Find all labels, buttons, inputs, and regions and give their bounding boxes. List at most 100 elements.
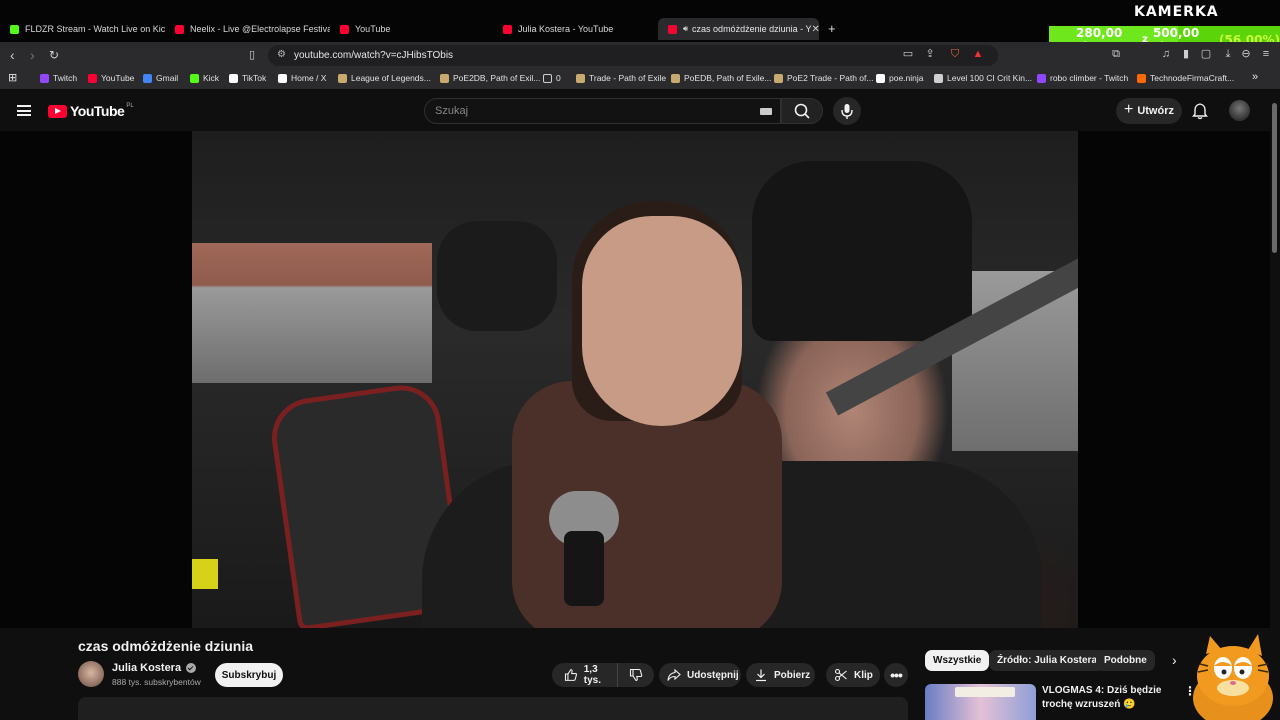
tab-kick-fldzr[interactable]: FLDZR Stream - Watch Live on Kick [0,18,165,40]
like-button[interactable]: 1,3 tys. [552,663,618,687]
bookmark-icon[interactable]: ▯ [249,48,255,61]
sidebar-icon[interactable]: ▮ [1180,48,1192,60]
youtube-icon [175,24,184,34]
bookmark-tiktok[interactable]: TikTok [229,73,266,83]
share-page-icon[interactable]: ⇪ [924,48,936,60]
video-frame-window-left [192,243,432,383]
scrollbar-thumb[interactable] [1272,103,1277,253]
poedb-icon [440,73,449,83]
menu-icon[interactable]: ≡ [1260,48,1272,60]
bookmarks-more-icon[interactable]: » [1252,71,1258,83]
plus-icon: + [1123,101,1134,118]
video-frame-microphone [564,531,604,606]
close-tab-icon[interactable]: ✕ [811,24,819,35]
tab-neelix[interactable]: Neelix - Live @Electrolapse Festival 2 [165,18,330,40]
page-icon [934,73,943,83]
channel-name[interactable]: Julia Kostera [112,662,197,674]
bookmark-poedb[interactable]: PoEDB, Path of Exile... [671,73,771,83]
search-box [424,98,781,124]
bookmark-league[interactable]: League of Legends... [338,73,431,83]
clip-button[interactable]: Klip [826,663,880,687]
clip-label: Klip [854,669,873,681]
keyboard-icon[interactable] [760,108,772,115]
chip-all[interactable]: Wszystkie [925,650,990,671]
tab-youtube[interactable]: YouTube [330,18,495,40]
video-title: czas odmóżdżenie dziunia [78,638,254,654]
tab-title: FLDZR Stream - Watch Live on Kick [25,24,165,34]
video-frame-seat [752,161,972,341]
bookmark-trade-poe[interactable]: Trade - Path of Exile [576,73,666,83]
bookmark-label: Kick [203,73,220,83]
forward-icon[interactable]: › [30,47,35,63]
subscribe-button[interactable]: Subskrybuj [215,663,283,687]
twitch-icon [40,73,49,83]
address-bar-row: ‹ › ↻ ▯ ⚙︎ youtube.com/watch?v=cJHibsTOb… [0,42,1280,69]
tab-current-video[interactable]: 🔊︎ czas odmóżdżenie dziunia - Y ✕ [658,18,819,40]
google-icon [143,73,152,83]
new-tab-button[interactable]: + [828,21,836,36]
tab-julia-kostera[interactable]: Julia Kostera - YouTube [493,18,658,40]
description-box[interactable] [78,697,908,720]
bookmark-folder-0[interactable]: 0 [543,73,561,83]
bookmark-label: PoE2 Trade - Path of... [787,73,874,83]
page-scrollbar[interactable] [1270,89,1280,720]
back-icon[interactable]: ‹ [10,47,15,63]
bookmark-label: Twitch [53,73,78,83]
country-code: PL [126,103,134,109]
bookmark-label: robo climber - Twitch [1050,73,1129,83]
bookmark-x[interactable]: Home / X [278,73,326,83]
video-player[interactable] [192,131,1078,628]
bookmark-youtube[interactable]: YouTube [88,73,134,83]
video-frame-yellow-object [192,559,218,589]
search-button[interactable] [781,98,823,124]
search-input[interactable] [425,99,745,123]
speaker-icon: 🔊︎ [683,24,689,33]
apps-icon[interactable]: ⊞ [8,71,17,84]
channel-avatar[interactable] [78,661,104,687]
reload-icon[interactable]: ↻ [49,48,59,62]
recommended-thumbnail[interactable] [925,684,1036,720]
poe-icon [576,73,585,83]
bookmark-twitch[interactable]: Twitch [40,73,77,83]
bookmark-robo-climber[interactable]: robo climber - Twitch [1037,73,1128,83]
site-info-icon[interactable]: ⚙︎ [277,49,286,60]
notifications-bell-icon[interactable] [1191,102,1209,120]
share-button[interactable]: Udostępnij [659,663,741,687]
bookmark-poe2db[interactable]: PoE2DB, Path of Exil... [440,73,540,83]
youtube-wordmark: YouTube [70,103,125,119]
verified-badge-icon [186,663,197,673]
bookmark-kick[interactable]: Kick [190,73,219,83]
cast-icon[interactable]: ▭ [902,48,914,60]
recommended-title[interactable]: VLOGMAS 4: Dziś będzie trochę wzruszeń 🥲 [1042,684,1182,712]
voice-search-button[interactable] [833,97,861,125]
more-actions-button[interactable]: ••• [884,663,908,687]
youtube-icon [503,24,512,34]
create-button[interactable]: + Utwórz [1116,98,1182,124]
chip-related[interactable]: Podobne [1096,650,1155,671]
bookmark-gmail[interactable]: Gmail [143,73,178,83]
overlay-kamerka-label: KAMERKA [1134,4,1219,20]
tab-title: czas odmóżdżenie dziunia - Y [692,24,812,34]
account-avatar[interactable] [1229,100,1250,121]
media-icon[interactable]: ♫ [1160,48,1172,60]
url-field[interactable]: ⚙︎ youtube.com/watch?v=cJHibsTObis [268,45,998,66]
download-button[interactable]: Pobierz [746,663,815,687]
bookmark-poe2-trade[interactable]: PoE2 Trade - Path of... [774,73,873,83]
guide-menu-icon[interactable] [17,105,31,116]
youtube-logo[interactable]: YouTube PL [48,103,134,119]
dislike-button[interactable] [618,668,654,682]
brave-shield-icon[interactable]: ⛉ [949,48,961,60]
download-label: Pobierz [774,669,811,681]
vpn-icon[interactable]: ⊖ [1240,48,1252,60]
kick-icon [190,73,199,83]
download-icon[interactable]: ⤓ [1222,48,1234,60]
bookmark-level100[interactable]: Level 100 CI Crit Kin... [934,73,1032,83]
wallet-icon[interactable]: ▢ [1200,48,1212,60]
bookmark-poe-ninja[interactable]: poe.ninja [876,73,924,83]
bookmark-technode[interactable]: TechnodeFirmaCraft... [1137,73,1234,83]
extensions-icon[interactable]: ⧉ [1110,48,1122,60]
chip-from-channel[interactable]: Źródło: Julia Kostera [989,650,1106,671]
chips-next-icon[interactable]: › [1172,652,1177,668]
brave-rewards-icon[interactable]: ▲ [972,48,984,60]
channel-name-text: Julia Kostera [112,662,182,674]
